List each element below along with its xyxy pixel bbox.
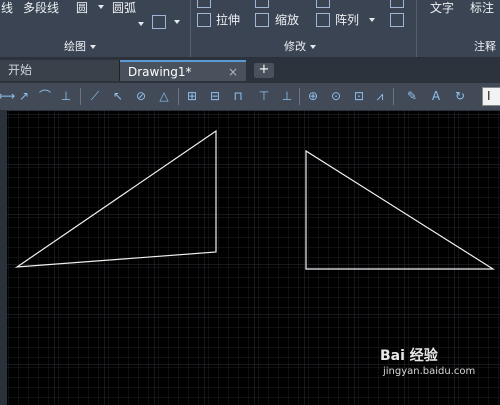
arc-length-icon[interactable]: ⌒ [37, 88, 53, 104]
update-dim-icon[interactable]: ↻ [452, 88, 468, 104]
polyline-tool[interactable]: 多段线 [23, 1, 59, 15]
jogged-linear-icon[interactable]: ⩘ [372, 88, 388, 104]
hatch-dropdown-icon[interactable] [174, 20, 180, 24]
baseline-icon[interactable]: ⊟ [207, 88, 223, 104]
panel-draw-dropdown-icon [90, 45, 96, 49]
edit-dim-icon[interactable]: ✎ [404, 88, 420, 104]
tab-drawing1[interactable]: Drawing1* × [120, 60, 246, 81]
panel-modify-label[interactable]: 修改 [284, 38, 316, 54]
circle-tool[interactable]: 圆 [76, 1, 88, 15]
tolerance-icon[interactable]: ⊕ [305, 88, 321, 104]
panel-annotate-label[interactable]: 注释 [474, 38, 496, 54]
panel-draw-label[interactable]: 绘图 [64, 38, 96, 54]
copy-icon[interactable] [390, 0, 404, 8]
dimension-toolbar: ⟷ ↗ ⌒ ⊥ ⟋ ↖ ⊘ △ ⊞ ⊟ ⊓ ⊤ ⊥ ⊕ ⊙ ⊡ ⩘ ✎ A ↻ … [0, 83, 500, 111]
tab-drawing1-label: Drawing1* [128, 65, 192, 79]
ordinate-icon[interactable]: ⊥ [58, 88, 74, 104]
stretch-icon[interactable] [197, 13, 211, 27]
angular-icon[interactable]: △ [156, 88, 172, 104]
toolbar-separator [393, 88, 394, 105]
line-tool[interactable]: 线 [1, 1, 13, 15]
document-tabs: 开始 Drawing1* × + [0, 58, 500, 83]
trim-icon[interactable] [316, 0, 330, 8]
ribbon: 线 多段线 圆 圆弧 绘图 拉伸 缩放 阵列 修改 文字 标注 注释 [0, 0, 500, 58]
toolbar-separator [299, 88, 300, 105]
arc-tool[interactable]: 圆弧 [112, 1, 136, 15]
tab-start[interactable]: 开始 [0, 60, 120, 81]
array-tool[interactable]: 阵列 [335, 13, 359, 27]
offset-icon[interactable] [390, 13, 404, 27]
circle-dropdown-icon[interactable] [98, 5, 104, 9]
jogged-icon[interactable]: ↖ [110, 88, 126, 104]
radius-icon[interactable]: ⟋ [87, 88, 103, 104]
panel-draw-text: 绘图 [64, 40, 86, 53]
close-icon[interactable]: × [228, 62, 238, 83]
aligned-dim-icon[interactable]: ↗ [16, 88, 32, 104]
array-icon[interactable] [316, 13, 330, 27]
add-tab-icon[interactable]: + [254, 63, 274, 78]
ribbon-separator [416, 0, 417, 57]
text-tool[interactable]: 文字 [430, 1, 454, 15]
arc-dropdown-icon[interactable] [138, 22, 144, 26]
watermark-logo: Bai 经验 [380, 348, 438, 364]
stretch-tool[interactable]: 拉伸 [216, 13, 240, 27]
edit-text-icon[interactable]: A [428, 88, 444, 104]
scale-icon[interactable] [255, 13, 269, 27]
watermark-url: jingyan.baidu.com [383, 366, 476, 377]
dimension-tool[interactable]: 标注 [470, 1, 494, 15]
rotate-icon[interactable] [255, 0, 269, 8]
canvas-left-border [0, 111, 7, 405]
dim-style-field[interactable]: I [482, 87, 500, 106]
break-icon[interactable]: ⊥ [279, 88, 295, 104]
move-icon[interactable] [197, 0, 211, 8]
space-icon[interactable]: ⊤ [256, 88, 272, 104]
center-mark-icon[interactable]: ⊙ [328, 88, 344, 104]
scale-tool[interactable]: 缩放 [275, 13, 299, 27]
panel-modify-dropdown-icon [310, 45, 316, 49]
quick-dim-icon[interactable]: ⊞ [184, 88, 200, 104]
continue-icon[interactable]: ⊓ [230, 88, 246, 104]
hatch-icon[interactable] [152, 15, 166, 29]
array-dropdown-icon[interactable] [369, 18, 375, 22]
toolbar-separator [178, 88, 179, 105]
toolbar-separator [80, 88, 81, 105]
diameter-icon[interactable]: ⊘ [133, 88, 149, 104]
inspect-icon[interactable]: ⊡ [351, 88, 367, 104]
panel-modify-text: 修改 [284, 40, 306, 53]
ribbon-separator [190, 0, 191, 57]
linear-dim-icon[interactable]: ⟷ [0, 88, 15, 104]
